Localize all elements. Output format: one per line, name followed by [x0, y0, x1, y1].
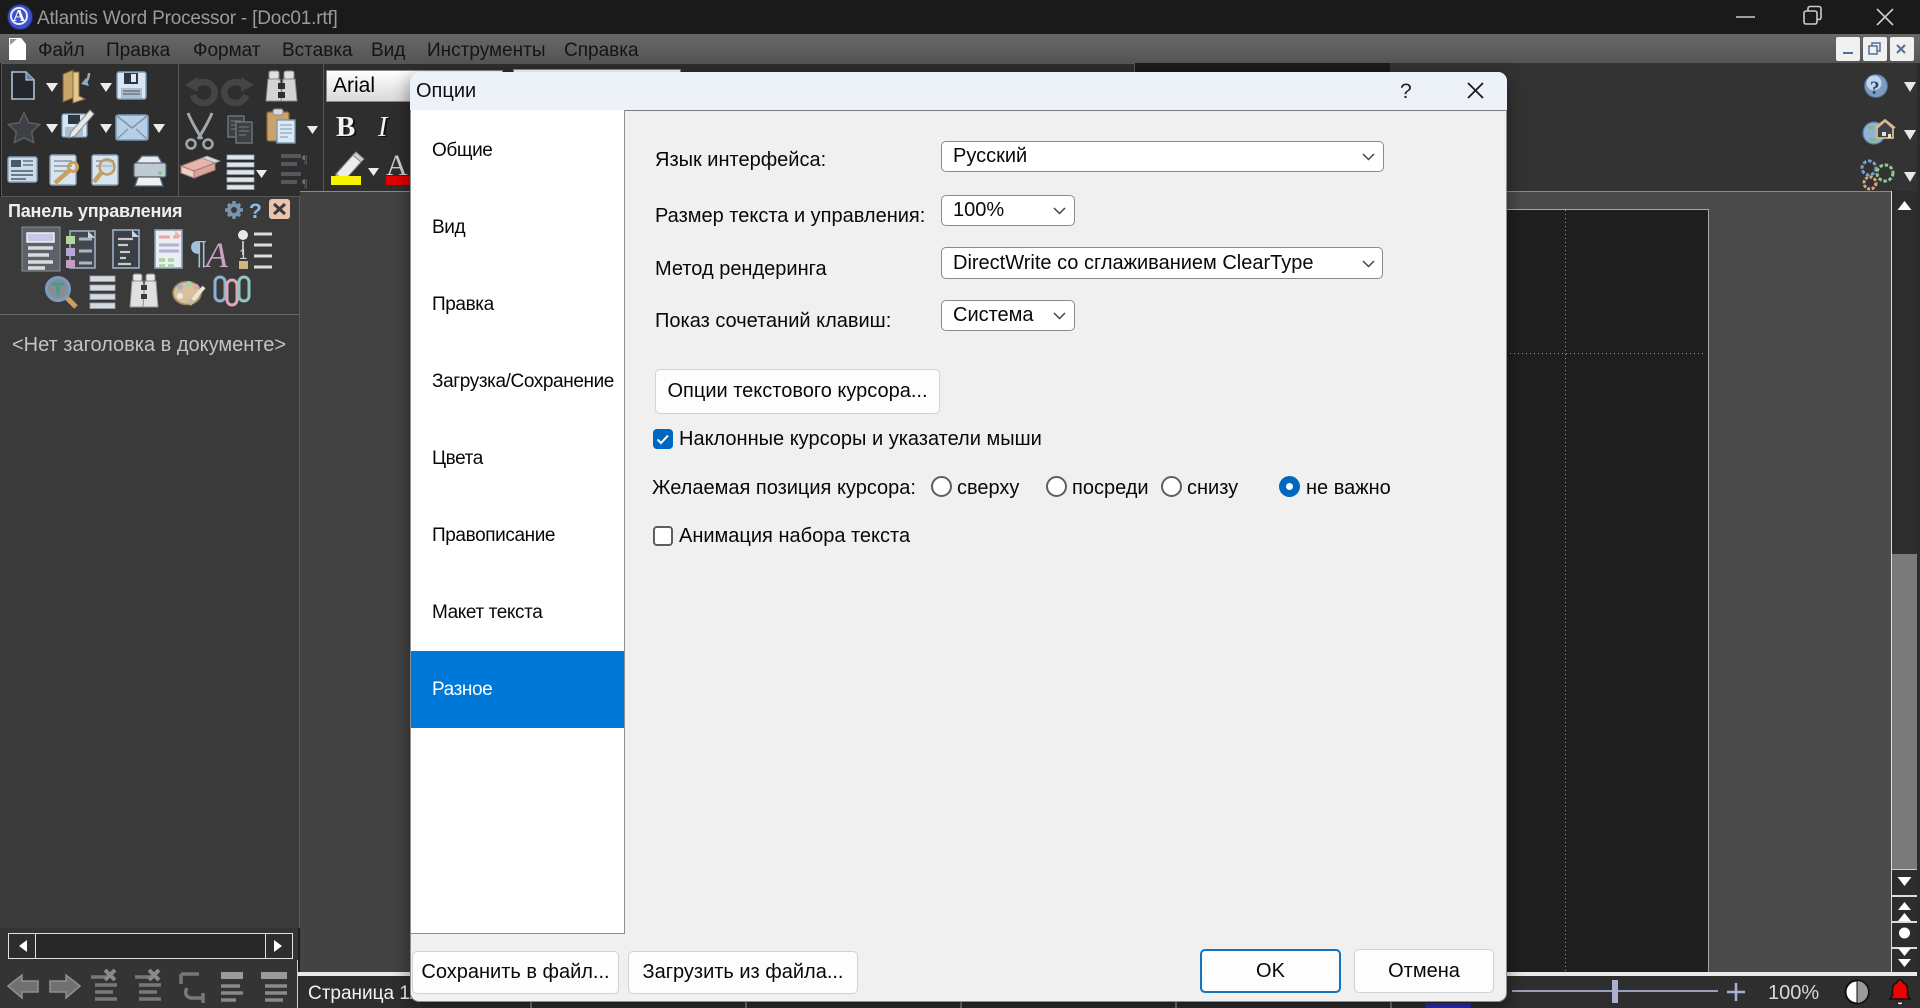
svg-text:?: ? — [249, 200, 262, 223]
svg-text:B: B — [336, 111, 355, 143]
svg-text:¶: ¶ — [302, 152, 308, 166]
svg-text:¶: ¶ — [302, 176, 308, 190]
svg-text:I: I — [377, 112, 389, 143]
svg-text:?: ? — [1400, 80, 1412, 102]
svg-text:?: ? — [1870, 78, 1880, 99]
svg-text:¶: ¶ — [191, 234, 207, 271]
svg-text:1: 1 — [239, 246, 247, 263]
svg-text:A: A — [204, 235, 229, 275]
